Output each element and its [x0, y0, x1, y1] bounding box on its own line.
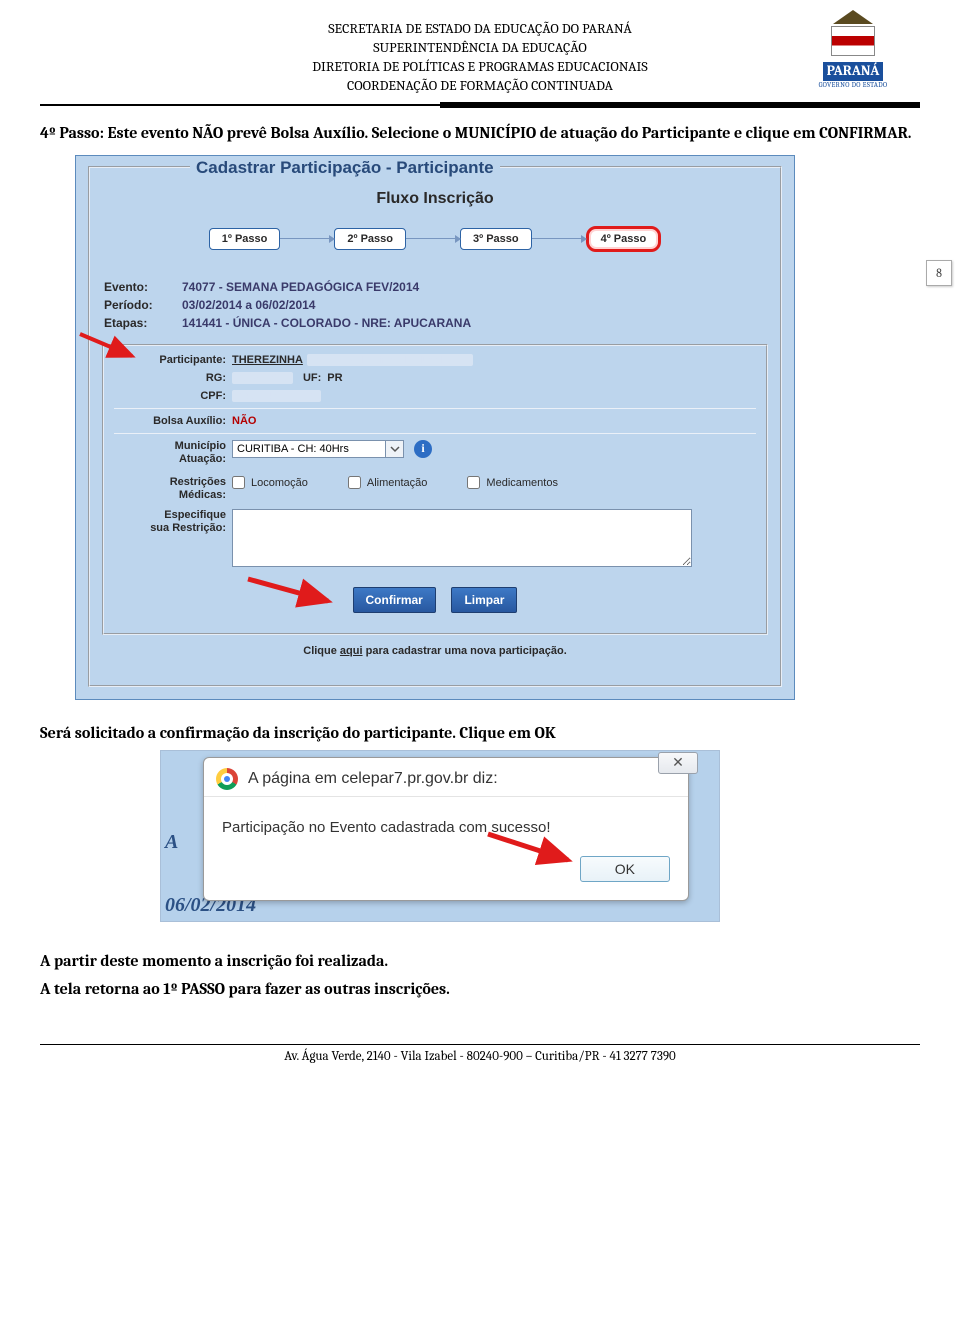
confirmar-button[interactable]: Confirmar — [353, 587, 436, 613]
step-connector-icon — [406, 238, 460, 239]
progress-steps: 1º Passo 2º Passo 3º Passo 4º Passo — [100, 226, 770, 252]
dialog-screenshot: A 06/02/2014 ✕ A página em celepar7.pr.g… — [160, 750, 720, 922]
step-connector-icon — [532, 238, 586, 239]
step-intro: 4º Passo: Este evento NÃO prevê Bolsa Au… — [40, 122, 920, 145]
step-connector-icon — [280, 238, 334, 239]
bolsa-label: Bolsa Auxílio: — [114, 415, 232, 427]
rg-label: RG: — [114, 372, 232, 384]
rg-uf-value: PR — [327, 372, 342, 384]
state-crest: PARANÁ GOVERNO DO ESTADO — [806, 10, 900, 90]
evento-label: Evento: — [104, 280, 182, 294]
crest-sub: GOVERNO DO ESTADO — [806, 81, 900, 90]
restricoes-label-1: Restrições — [170, 476, 226, 488]
step-3[interactable]: 3º Passo — [460, 228, 532, 250]
dialog-body: Participação no Evento cadastrada com su… — [204, 797, 688, 846]
header-line-4: COORDENAÇÃO DE FORMAÇÃO CONTINUADA — [40, 77, 920, 96]
header-line-1: SECRETARIA DE ESTADO DA EDUCAÇÃO DO PARA… — [40, 20, 920, 39]
chevron-down-icon[interactable] — [386, 440, 404, 458]
red-arrow-icon — [484, 830, 580, 870]
crest-label: PARANÁ — [823, 62, 884, 81]
municipio-label-2: Atuação: — [179, 453, 226, 465]
bolsa-value: NÃO — [232, 415, 256, 427]
doc-header: SECRETARIA DE ESTADO DA EDUCAÇÃO DO PARA… — [40, 0, 920, 96]
evento-value: 74077 - SEMANA PEDAGÓGICA FEV/2014 — [182, 280, 419, 294]
especifique-label-2: sua Restrição: — [150, 522, 226, 534]
step-2[interactable]: 2º Passo — [334, 228, 406, 250]
bg-letter: A — [165, 831, 178, 854]
etapas-label: Etapas: — [104, 316, 182, 330]
ok-button[interactable]: OK — [580, 856, 670, 882]
cpf-masked: 545.146.229-15 — [232, 390, 321, 402]
header-line-2: SUPERINTENDÊNCIA DA EDUCAÇÃO — [40, 39, 920, 58]
after-text-2: A tela retorna ao 1º PASSO para fazer as… — [40, 980, 920, 998]
footer-link-line: Clique aqui para cadastrar uma nova part… — [100, 645, 770, 657]
restricao-textarea[interactable] — [232, 509, 692, 567]
limpar-button[interactable]: Limpar — [451, 587, 517, 613]
cpf-label: CPF: — [114, 390, 232, 402]
rg-uf-label: UF: — [303, 372, 321, 384]
page-number: 8 — [926, 260, 952, 286]
chrome-icon — [216, 768, 238, 790]
dialog-title: A página em celepar7.pr.gov.br diz: — [248, 770, 498, 788]
municipio-select[interactable] — [232, 440, 404, 458]
close-icon: ✕ — [672, 754, 684, 771]
rg-masked: 1.020.630 — [232, 372, 293, 384]
checkbox-locomocao[interactable]: Locomoção — [232, 476, 308, 489]
page-footer: Av. Água Verde, 2140 - Vila Izabel - 802… — [40, 1044, 920, 1064]
step-1[interactable]: 1º Passo — [209, 228, 281, 250]
periodo-label: Período: — [104, 298, 182, 312]
close-button[interactable]: ✕ — [658, 752, 698, 774]
flux-title: Fluxo Inscrição — [100, 190, 770, 208]
header-rule — [40, 104, 920, 108]
aqui-link[interactable]: aqui — [340, 645, 363, 657]
alert-dialog: ✕ A página em celepar7.pr.gov.br diz: Pa… — [203, 757, 689, 901]
checkbox-medicamentos[interactable]: Medicamentos — [467, 476, 558, 489]
checkbox-alimentacao[interactable]: Alimentação — [348, 476, 428, 489]
municipio-select-value[interactable] — [232, 440, 386, 458]
municipio-label-1: Município — [175, 440, 226, 452]
header-line-3: DIRETORIA DE POLÍTICAS E PROGRAMAS EDUCA… — [40, 58, 920, 77]
periodo-value: 03/02/2014 a 06/02/2014 — [182, 298, 315, 312]
participante-value: THEREZINHA — [232, 354, 303, 366]
info-icon[interactable]: i — [414, 440, 432, 458]
form-legend: Cadastrar Participação - Participante — [190, 158, 500, 178]
participante-masked: APARECIDA MACHADO DUSI — [307, 354, 473, 366]
form-screenshot: Cadastrar Participação - Participante Fl… — [75, 155, 795, 700]
after-text-1: A partir deste momento a inscrição foi r… — [40, 952, 920, 970]
mid-text: Será solicitado a confirmação da inscriç… — [40, 724, 920, 742]
red-arrow-icon — [244, 575, 340, 611]
especifique-label-1: Especifique — [164, 509, 226, 521]
etapas-value: 141441 - ÚNICA - COLORADO - NRE: APUCARA… — [182, 316, 471, 330]
step-4-current[interactable]: 4º Passo — [586, 226, 662, 252]
restricoes-label-2: Médicas: — [179, 489, 226, 501]
red-arrow-icon — [76, 330, 146, 366]
